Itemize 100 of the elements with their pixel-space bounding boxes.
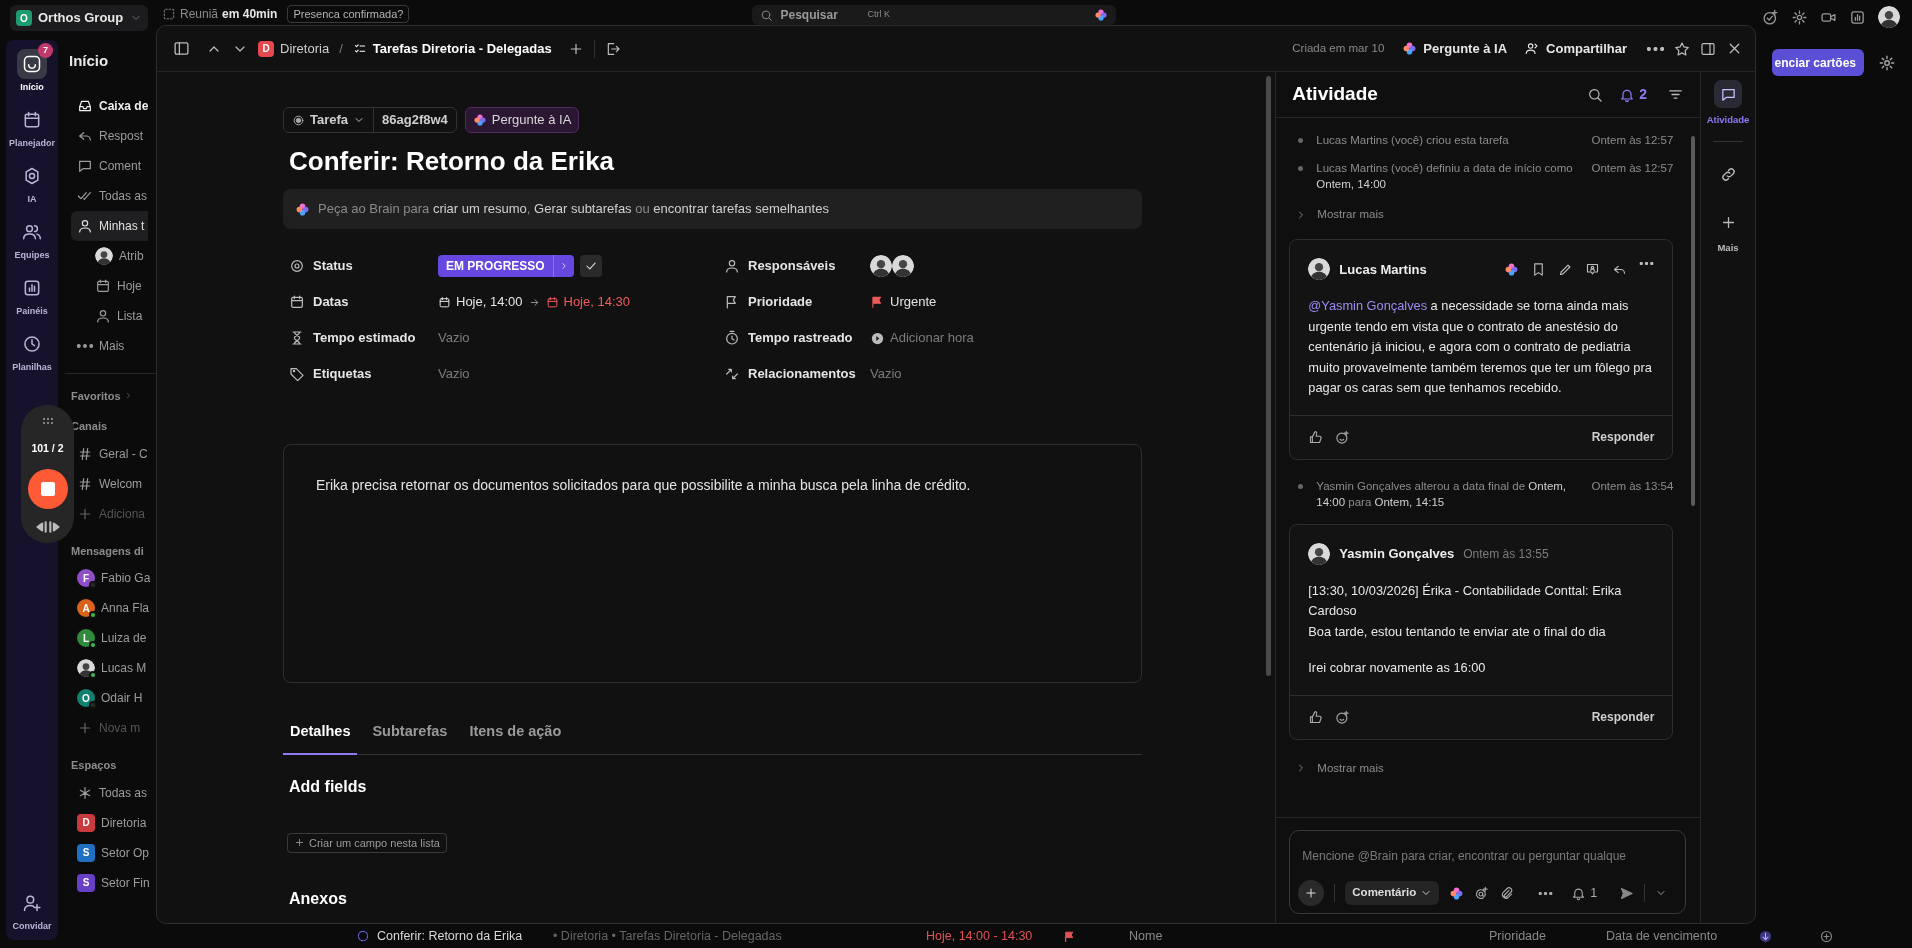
more-icon[interactable] [1538, 891, 1554, 895]
show-more-button[interactable]: Mostrar mais [1289, 751, 1384, 785]
settings-icon[interactable] [1878, 53, 1896, 72]
ai-icon[interactable] [1449, 885, 1465, 901]
sidebar-item[interactable]: Respost [71, 120, 148, 151]
breadcrumb-link[interactable]: D Diretoria [258, 38, 330, 59]
sidebar-item[interactable]: D Diretoria [71, 807, 151, 838]
author-name: Yasmin Gonçalves [1339, 545, 1455, 563]
tab[interactable]: Detalhes [283, 713, 358, 755]
meeting-title: Reuniã [180, 6, 219, 23]
panel-tab[interactable]: Mais [1714, 208, 1742, 256]
prompt-link[interactable]: Gerar subtarefas [534, 201, 632, 217]
mention-icon[interactable] [1474, 885, 1490, 901]
stop-button[interactable] [27, 468, 68, 509]
show-more-button[interactable]: Mostrar mais [1289, 198, 1384, 232]
add-time-button[interactable]: Adicionar hora [870, 328, 974, 348]
emoji-add-icon[interactable] [1335, 429, 1351, 445]
task-id[interactable]: 86ag2f8w4 [373, 108, 456, 132]
sidebar-item[interactable]: Geral - C [71, 438, 152, 469]
nav-item[interactable]: Planejador [1, 99, 63, 149]
add-field-button[interactable]: Criar um campo nesta lista [287, 832, 447, 853]
sidebar-item[interactable]: Coment [71, 150, 146, 181]
task-add-icon[interactable] [1762, 8, 1779, 26]
panel-tab[interactable]: Atividade [1706, 80, 1750, 128]
tab[interactable]: Subtarefas [365, 713, 455, 755]
search-icon[interactable] [1587, 86, 1604, 103]
ask-ai-button[interactable]: Pergunte à IA [464, 107, 580, 133]
sidebar-item[interactable]: Todas as [71, 180, 152, 211]
sort-icon[interactable] [1758, 928, 1773, 944]
sidebar-toggle-icon[interactable] [173, 40, 190, 57]
reply-button[interactable]: Responder [1591, 708, 1655, 727]
sidebar-item[interactable]: O Odair H [71, 683, 147, 713]
complete-button[interactable] [579, 255, 602, 277]
prompt-link[interactable]: criar um resumo [432, 201, 527, 217]
send-icon[interactable] [1619, 885, 1635, 901]
reply-button[interactable]: Responder [1591, 428, 1655, 447]
sidebar-item[interactable]: S Setor Fin [71, 867, 154, 898]
mention-link[interactable]: @Yasmin Gonçalves [1308, 298, 1428, 314]
emoji-add-icon[interactable] [1335, 709, 1351, 725]
type-dropdown[interactable]: Tarefa [284, 108, 374, 132]
nav-item[interactable]: Planilhas [4, 323, 60, 373]
attach-icon[interactable] [1499, 885, 1515, 901]
star-icon[interactable] [1674, 40, 1690, 57]
breadcrumb-link[interactable]: Tarefas Diretoria - Delegadas [352, 38, 552, 59]
sidebar-item[interactable]: Mais [71, 330, 129, 361]
ai-icon[interactable] [1504, 261, 1520, 277]
ask-ai-button[interactable]: Pergunte à IA [1398, 38, 1512, 59]
field-label: Prioridade [748, 293, 813, 312]
sidebar-item[interactable]: Caixa de [71, 90, 153, 121]
comment-field[interactable]: Mencione @Brain para criar, encontrar ou perguntar qualque Comentário 1 [1289, 830, 1687, 914]
due-date[interactable]: Hoje, 14:30 [545, 292, 630, 312]
sidebar-item[interactable]: Lucas M [71, 653, 151, 683]
thumbs-up-icon[interactable] [1308, 429, 1324, 445]
panel-icon[interactable] [1700, 40, 1716, 57]
field-value: Vazio [438, 365, 470, 384]
created-date: Criada em mar 10 [1292, 40, 1385, 56]
status-icon [289, 258, 305, 274]
sidebar-item[interactable]: Minhas t [71, 210, 149, 241]
invite-button[interactable]: Convidar [4, 882, 60, 932]
notifications-button[interactable]: 2 [1617, 82, 1650, 107]
sidebar-item[interactable]: Todas as [71, 777, 152, 808]
nav-item[interactable]: Painéis [8, 267, 56, 317]
comment-type-dropdown[interactable]: Comentário [1345, 881, 1440, 905]
prompt-link[interactable]: encontrar tarefas semelhantes [653, 201, 829, 217]
tab[interactable]: Itens de ação [462, 713, 569, 755]
search-field[interactable]: Pesquisar Ctrl K [752, 5, 1117, 25]
nav-item[interactable]: IA [9, 155, 55, 205]
more-icon[interactable] [1639, 261, 1655, 265]
search-input[interactable]: Pesquisar [778, 5, 863, 25]
sidebar-item[interactable]: S Setor Op [71, 837, 154, 868]
avatar: A [77, 599, 95, 617]
status-button[interactable]: EM PROGRESSO [438, 255, 574, 277]
more-icon[interactable] [1647, 46, 1664, 51]
sidebar-item[interactable]: Hoje [71, 270, 146, 301]
start-date[interactable]: Hoje, 14:00 [438, 292, 523, 312]
sidebar-item[interactable]: F Fabio Ga [71, 563, 155, 593]
sidebar-item[interactable]: Lista [71, 300, 147, 331]
sidebar-item[interactable]: Welcom [71, 468, 147, 499]
add-column-icon[interactable] [1819, 928, 1834, 944]
manage-button[interactable]: enciar cartões [1771, 49, 1864, 76]
sidebar-item[interactable]: A Anna Fla [71, 593, 154, 623]
comment-input[interactable]: Mencione @Brain para criar, encontrar ou perguntar qualque [1298, 831, 1678, 865]
activity-time: Ontem às 13:54 [1590, 478, 1674, 494]
chart-icon[interactable] [1849, 8, 1866, 26]
nav-item[interactable]: Equipes [6, 211, 58, 261]
assignee-avatar [892, 255, 914, 277]
add-button[interactable] [1298, 880, 1325, 906]
avatar: O [77, 689, 95, 707]
settings-icon[interactable] [1791, 8, 1808, 26]
nav-item[interactable]: 7 Início [9, 43, 55, 93]
thumbs-up-icon[interactable] [1308, 709, 1324, 725]
sidebar-item[interactable]: L Luiza de [71, 623, 151, 653]
sidebar-item[interactable]: Atrib [71, 240, 148, 271]
notify-button[interactable]: 1 [1569, 881, 1600, 905]
share-button[interactable]: Compartilhar [1521, 38, 1631, 59]
comment-icon[interactable] [1585, 261, 1601, 277]
workspace-button[interactable]: O Orthos Group [10, 5, 148, 31]
confirm-chip[interactable]: Presenca confirmada? [287, 5, 410, 23]
clock-icon [22, 334, 42, 354]
person-icon [77, 217, 93, 234]
